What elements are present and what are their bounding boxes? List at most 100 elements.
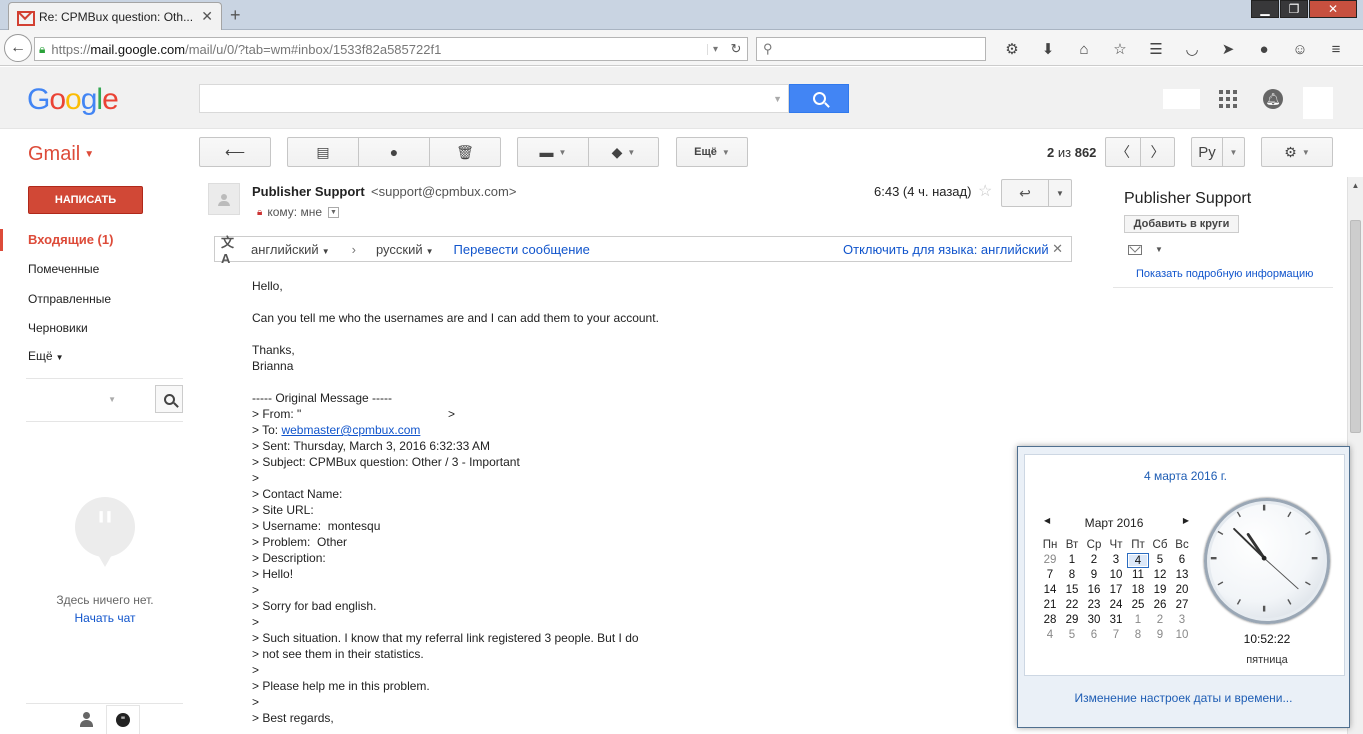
hangouts-search-button[interactable] <box>155 385 183 413</box>
delete-button[interactable]: 🗑︎ <box>429 137 501 167</box>
calendar-day[interactable]: 27 <box>1171 598 1193 613</box>
calendar-day[interactable]: 18 <box>1127 583 1149 598</box>
disable-translate-link[interactable]: Отключить для языка: английский <box>843 242 1049 257</box>
calendar-day[interactable]: 1 <box>1061 553 1083 568</box>
sidebar-item-drafts[interactable]: Черновики <box>28 321 88 335</box>
calendar-day[interactable]: 22 <box>1061 598 1083 613</box>
calendar-day[interactable]: 8 <box>1127 628 1149 643</box>
chat-icon[interactable]: ☺ <box>1282 38 1318 60</box>
calendar-day[interactable]: 10 <box>1105 568 1127 583</box>
input-language-button[interactable]: Ру <box>1191 137 1223 167</box>
chevron-down-icon[interactable]: ▼ <box>1155 245 1163 254</box>
calendar-day[interactable]: 24 <box>1105 598 1127 613</box>
reload-icon[interactable]: ↻ <box>725 41 747 57</box>
add-to-circles-button[interactable]: Добавить в круги <box>1124 215 1239 233</box>
calendar-day[interactable]: 6 <box>1083 628 1105 643</box>
show-details-link[interactable]: Показать подробную информацию <box>1136 268 1313 280</box>
reading-list-icon[interactable]: ☰ <box>1138 38 1174 60</box>
browser-tab[interactable]: Re: CPMBux question: Oth... ✕ <box>8 2 222 30</box>
person-icon[interactable] <box>78 712 94 728</box>
start-chat-link[interactable]: Начать чат <box>26 611 184 625</box>
newer-button[interactable]: 〈 <box>1105 137 1141 167</box>
calendar-day[interactable]: 26 <box>1149 598 1171 613</box>
notifications-bell-icon[interactable]: 🔔︎ <box>1263 89 1283 109</box>
mail-icon[interactable] <box>1128 245 1142 255</box>
new-tab-button[interactable]: + <box>230 5 241 26</box>
scroll-thumb[interactable] <box>1350 220 1361 433</box>
calendar-day[interactable]: 16 <box>1083 583 1105 598</box>
gmail-search-input[interactable]: ▼ <box>199 84 789 113</box>
scroll-up-icon[interactable]: ▲ <box>1348 177 1363 193</box>
extension-icon[interactable]: ⚙ <box>994 38 1030 60</box>
calendar-day[interactable]: 5 <box>1149 553 1171 568</box>
calendar-day[interactable]: 8 <box>1061 568 1083 583</box>
details-dropdown-icon[interactable]: ▼ <box>328 206 339 218</box>
calendar-day[interactable]: 20 <box>1171 583 1193 598</box>
browser-search-input[interactable]: ⚲ <box>756 37 986 61</box>
calendar-day[interactable]: 3 <box>1105 553 1127 568</box>
back-button[interactable]: ← <box>4 34 32 62</box>
calendar-day[interactable]: 7 <box>1105 628 1127 643</box>
download-icon[interactable]: ⬇ <box>1030 38 1066 60</box>
calendar-day[interactable]: 2 <box>1149 613 1171 628</box>
calendar-day[interactable]: 4 <box>1039 628 1061 643</box>
report-spam-button[interactable]: ● <box>358 137 430 167</box>
calendar-day[interactable]: 31 <box>1105 613 1127 628</box>
calendar-day[interactable]: 21 <box>1039 598 1061 613</box>
menu-icon[interactable]: ≡ <box>1318 38 1354 60</box>
calendar-day[interactable]: 29 <box>1061 613 1083 628</box>
url-bar[interactable]: 🔒︎ https://mail.google.com/mail/u/0/?tab… <box>34 37 748 61</box>
change-date-time-settings-link[interactable]: Изменение настроек даты и времени... <box>1018 691 1349 705</box>
window-close-button[interactable]: ✕ <box>1309 0 1357 18</box>
calendar-day[interactable]: 9 <box>1149 628 1171 643</box>
next-month-icon[interactable]: ▶ <box>1183 516 1189 525</box>
hangouts-tab[interactable]: " <box>106 705 140 734</box>
sidebar-item-sent[interactable]: Отправленные <box>28 292 111 306</box>
source-language-select[interactable]: английский ▼ <box>251 242 330 257</box>
calendar-day[interactable]: 6 <box>1171 553 1193 568</box>
calendar-day[interactable]: 19 <box>1149 583 1171 598</box>
calendar-day[interactable]: 12 <box>1149 568 1171 583</box>
calendar-day[interactable]: 3 <box>1171 613 1193 628</box>
google-logo[interactable]: Google <box>27 83 119 117</box>
target-language-select[interactable]: русский ▼ <box>376 242 434 257</box>
bookmark-star-icon[interactable]: ☆ <box>1102 38 1138 60</box>
calendar-day[interactable]: 7 <box>1039 568 1061 583</box>
older-button[interactable]: 〉 <box>1140 137 1175 167</box>
send-icon[interactable]: ➤ <box>1210 38 1246 60</box>
adblock-icon[interactable]: ● <box>1246 38 1282 60</box>
calendar-day-today[interactable]: 4 <box>1127 553 1149 568</box>
search-options-icon[interactable]: ▼ <box>773 94 782 104</box>
labels-button[interactable]: ◆ ▼ <box>588 137 659 167</box>
tab-close-icon[interactable]: ✕ <box>201 8 213 25</box>
email-link[interactable]: webmaster@cpmbux.com <box>281 423 420 437</box>
sidebar-item-starred[interactable]: Помеченные <box>28 262 99 276</box>
calendar-day[interactable]: 11 <box>1127 568 1149 583</box>
back-to-inbox-button[interactable]: ⟵ <box>199 137 271 167</box>
calendar-day[interactable]: 1 <box>1127 613 1149 628</box>
translate-message-link[interactable]: Перевести сообщение <box>454 242 590 257</box>
more-actions-button[interactable]: Ещё ▼ <box>676 137 748 167</box>
sender-name[interactable]: Publisher Support <box>252 184 365 199</box>
close-icon[interactable]: ✕ <box>1052 241 1063 257</box>
calendar-day[interactable]: 9 <box>1083 568 1105 583</box>
calendar-month-label[interactable]: Март 2016 <box>1039 516 1189 530</box>
calendar-day[interactable]: 25 <box>1127 598 1149 613</box>
avatar[interactable] <box>1303 87 1333 119</box>
reply-button[interactable]: ↩ <box>1001 179 1049 207</box>
gmail-search-button[interactable] <box>789 84 849 113</box>
star-icon[interactable]: ☆ <box>978 181 992 201</box>
calendar-day[interactable]: 17 <box>1105 583 1127 598</box>
calendar-day[interactable]: 15 <box>1061 583 1083 598</box>
maximize-button[interactable]: ❐ <box>1280 0 1308 18</box>
sidebar-item-inbox[interactable]: Входящие (1) <box>28 232 113 247</box>
input-language-dropdown[interactable]: ▼ <box>1222 137 1245 167</box>
calendar-day[interactable]: 14 <box>1039 583 1061 598</box>
gmail-menu-label[interactable]: Gmail ▼ <box>28 143 94 166</box>
url-dropdown-icon[interactable]: ▾ <box>707 43 723 55</box>
calendar-date-title[interactable]: 4 марта 2016 г. <box>1025 469 1346 483</box>
calendar-day[interactable]: 13 <box>1171 568 1193 583</box>
calendar-day[interactable]: 30 <box>1083 613 1105 628</box>
message-more-button[interactable]: ▼ <box>1048 179 1072 207</box>
archive-button[interactable]: ▤ <box>287 137 359 167</box>
